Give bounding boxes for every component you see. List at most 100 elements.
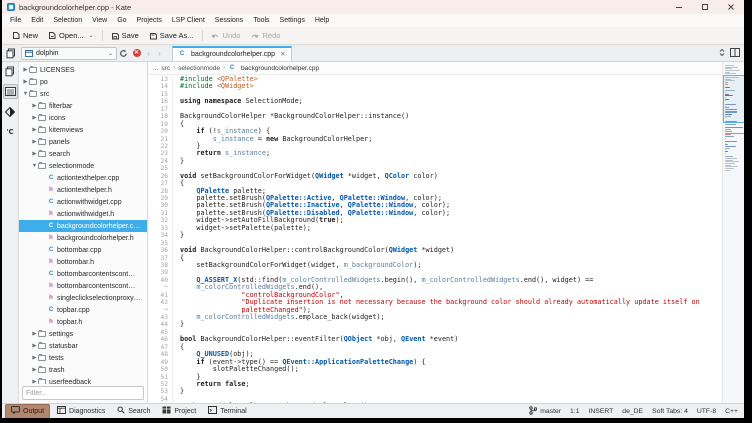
tree-item[interactable]: Cbottombar.cpp bbox=[19, 244, 147, 256]
open-button[interactable]: Open... ⌄ bbox=[43, 29, 99, 42]
code-line[interactable]: 38 setBackgroundColorForWidget(widget, m… bbox=[148, 262, 722, 269]
tree-item[interactable]: ▶po bbox=[19, 76, 147, 88]
code-line[interactable]: 43 m_colorControlledWidgets.emplace_back… bbox=[148, 314, 722, 321]
toolview-button-project[interactable]: Project bbox=[157, 405, 201, 418]
tab-close-icon[interactable]: ✕ bbox=[280, 50, 285, 58]
toolview-button-terminal[interactable]: Terminal bbox=[203, 405, 251, 418]
tree-item[interactable]: ▼selectionmode bbox=[19, 160, 147, 172]
menu-edit[interactable]: Edit bbox=[26, 17, 48, 24]
menu-go[interactable]: Go bbox=[112, 17, 131, 24]
status-c-[interactable]: C++ bbox=[725, 408, 738, 415]
code-line[interactable]: 44} bbox=[148, 321, 722, 328]
tree-item[interactable]: ▼src bbox=[19, 88, 147, 100]
sidebar-lsp-symbols-button[interactable]: 'C bbox=[4, 125, 17, 138]
chevron-expanded-icon[interactable]: ▼ bbox=[22, 91, 29, 97]
code-line[interactable]: 24} bbox=[148, 158, 722, 165]
minimap-viewport[interactable] bbox=[723, 75, 744, 123]
tree-item[interactable]: htopbar.h bbox=[19, 316, 147, 328]
chevron-expanded-icon[interactable]: ▼ bbox=[31, 163, 38, 169]
new-button[interactable]: New bbox=[7, 29, 43, 42]
menu-file[interactable]: File bbox=[5, 17, 26, 24]
tree-item[interactable]: Cbackgroundcolorhelper.c… bbox=[19, 220, 147, 232]
code-line[interactable]: 14#include <QWidget> bbox=[148, 83, 722, 90]
chevron-collapsed-icon[interactable]: ▶ bbox=[31, 139, 38, 145]
minimize-button[interactable] bbox=[675, 3, 683, 11]
tree-item[interactable]: hsingleclickselectionproxy… bbox=[19, 292, 147, 304]
menu-lsp-client[interactable]: LSP Client bbox=[167, 17, 210, 24]
tree-item[interactable]: Cactionwithwidget.cpp bbox=[19, 196, 147, 208]
breadcrumb-item[interactable]: src bbox=[161, 65, 170, 72]
chevron-collapsed-icon[interactable]: ▶ bbox=[22, 79, 29, 85]
code-line[interactable]: 36void BackgroundColorHelper::controlBac… bbox=[148, 247, 722, 254]
tree-item[interactable]: ▶search bbox=[19, 148, 147, 160]
tree-item[interactable]: hactionwithwidget.h bbox=[19, 208, 147, 220]
tree-item[interactable]: hbackgroundcolorhelper.h bbox=[19, 232, 147, 244]
code-line[interactable]: 16using namespace SelectionMode; bbox=[148, 98, 722, 105]
code-line[interactable]: 50 slotPaletteChanged(); bbox=[148, 366, 722, 373]
code-line[interactable]: 18BackgroundColorHelper *BackgroundColor… bbox=[148, 113, 722, 120]
chevron-collapsed-icon[interactable]: ▶ bbox=[31, 343, 38, 349]
status-master[interactable]: master bbox=[529, 406, 561, 417]
status-utf-8[interactable]: UTF-8 bbox=[697, 408, 716, 415]
tree-item[interactable]: ▶filterbar bbox=[19, 100, 147, 112]
forward-button[interactable]: › bbox=[154, 49, 165, 58]
split-view-icon[interactable] bbox=[730, 44, 740, 62]
documents-stack-icon[interactable] bbox=[2, 48, 19, 59]
tree-item[interactable]: ▶statusbar bbox=[19, 340, 147, 352]
close-project-button[interactable]: ✕ bbox=[130, 49, 143, 57]
menu-settings[interactable]: Settings bbox=[275, 17, 310, 24]
tree-item[interactable]: hbottombar.h bbox=[19, 256, 147, 268]
redo-button[interactable]: Redo bbox=[245, 29, 285, 42]
menu-selection[interactable]: Selection bbox=[48, 17, 87, 24]
undo-button[interactable]: Undo bbox=[206, 29, 246, 42]
chevron-collapsed-icon[interactable]: ▶ bbox=[31, 127, 38, 133]
tree-item[interactable]: ▶userfeedback bbox=[19, 376, 147, 384]
chevron-collapsed-icon[interactable]: ▶ bbox=[31, 355, 38, 361]
minimap-scrollbar[interactable] bbox=[722, 62, 744, 403]
code-view[interactable]: 13#include <QPalette>14#include <QWidget… bbox=[148, 75, 722, 403]
status-soft-tabs-4[interactable]: Soft Tabs: 4 bbox=[652, 408, 688, 415]
menu-sessions[interactable]: Sessions bbox=[210, 17, 248, 24]
code-line[interactable]: 34} bbox=[148, 232, 722, 239]
code-line[interactable]: 21 s_instance = new BackgroundColorHelpe… bbox=[148, 136, 722, 143]
sidebar-documents-button[interactable] bbox=[4, 65, 17, 78]
tree-item[interactable]: ▶trash bbox=[19, 364, 147, 376]
tree-item[interactable]: Ctopbar.cpp bbox=[19, 304, 147, 316]
project-selector-combo[interactable]: dolphin ⌄ bbox=[21, 47, 117, 60]
tree-item[interactable]: hactiontexthelper.h bbox=[19, 184, 147, 196]
close-button[interactable] bbox=[727, 3, 735, 11]
save-button[interactable]: Save bbox=[106, 29, 144, 42]
menu-view[interactable]: View bbox=[87, 17, 112, 24]
maximize-button[interactable] bbox=[701, 3, 709, 11]
chevron-collapsed-icon[interactable]: ▶ bbox=[22, 67, 29, 73]
sidebar-git-button[interactable] bbox=[4, 105, 17, 118]
status-1-1[interactable]: 1:1 bbox=[570, 408, 579, 415]
tree-item[interactable]: ▶LICENSES bbox=[19, 64, 147, 76]
tree-item[interactable]: ▶kitemviews bbox=[19, 124, 147, 136]
code-line[interactable]: 52 return false; bbox=[148, 381, 722, 388]
tree-filter-input[interactable] bbox=[22, 386, 144, 400]
code-line[interactable]: 53} bbox=[148, 388, 722, 395]
toolview-button-output[interactable]: Output bbox=[5, 404, 50, 419]
tree-item[interactable]: hbottombarcontentscont… bbox=[19, 280, 147, 292]
tree-item[interactable]: ▶panels bbox=[19, 136, 147, 148]
tab-backgroundcolorhelper[interactable]: C backgroundcolorhelper.cpp ✕ bbox=[172, 46, 292, 61]
tree-item[interactable]: Cbottombarcontentscont… bbox=[19, 268, 147, 280]
chevron-collapsed-icon[interactable]: ▶ bbox=[31, 331, 38, 337]
chevron-collapsed-icon[interactable]: ▶ bbox=[31, 379, 38, 384]
code-line[interactable]: 26void setBackgroundColorForWidget(QWidg… bbox=[148, 173, 722, 180]
chevron-collapsed-icon[interactable]: ▶ bbox=[31, 367, 38, 373]
save-as-button[interactable]: Save As... bbox=[144, 29, 199, 42]
toolview-button-diagnostics[interactable]: Diagnostics bbox=[52, 405, 110, 418]
sidebar-projects-button[interactable] bbox=[4, 85, 17, 98]
menu-help[interactable]: Help bbox=[310, 17, 334, 24]
menu-tools[interactable]: Tools bbox=[248, 17, 274, 24]
code-line[interactable]: 46bool BackgroundColorHelper::eventFilte… bbox=[148, 336, 722, 343]
breadcrumb-file[interactable]: backgroundcolorhelper.cpp bbox=[241, 65, 319, 72]
menu-projects[interactable]: Projects bbox=[132, 17, 167, 24]
back-button[interactable]: ‹ bbox=[143, 49, 154, 58]
reload-project-button[interactable] bbox=[117, 49, 130, 58]
breadcrumb-overflow[interactable]: ... bbox=[153, 65, 158, 72]
tree-item[interactable]: Cactiontexthelper.cpp bbox=[19, 172, 147, 184]
chevron-collapsed-icon[interactable]: ▶ bbox=[31, 103, 38, 109]
